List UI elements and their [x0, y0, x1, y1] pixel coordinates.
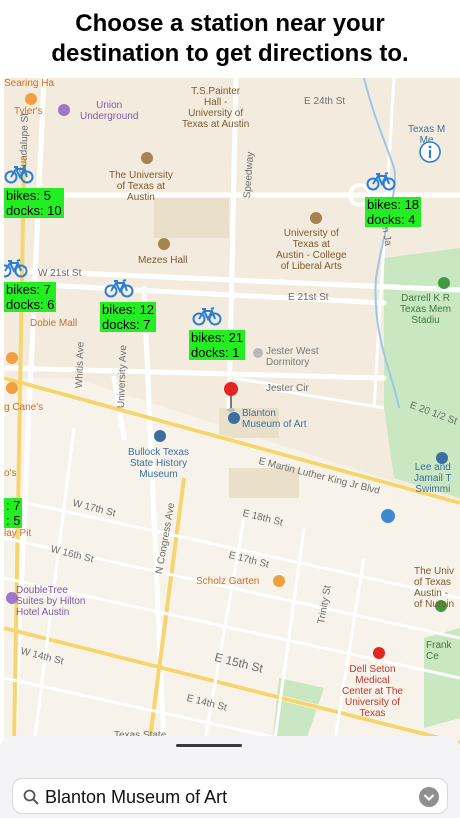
station-bikes: bikes: 21 [191, 330, 244, 345]
station-bikes: bikes: 5 [6, 188, 51, 203]
station-bikes: bikes: 18 [367, 197, 420, 212]
info-icon[interactable] [418, 140, 442, 164]
map-label-jester-west: Jester West Dormitory [266, 346, 319, 368]
map-label-whitis: Whitis Ave [74, 341, 87, 389]
map-label-bullock: Bullock Texas State History Museum [128, 447, 189, 480]
map-label-w21st: W 21st St [38, 268, 82, 279]
map-label-ts-painter: T.S.Painter Hall - University of Texas a… [182, 86, 250, 130]
station-docks: : 5 [6, 513, 21, 528]
station-docks: docks: 1 [191, 345, 240, 360]
sheet-grabber[interactable] [176, 744, 242, 747]
map-label-canes: g Cane's [4, 402, 44, 413]
map-label-ceaning: Searing Ha [4, 78, 55, 89]
station-docks: docks: 10 [6, 203, 62, 218]
map-label-univ-texas: The University of Texas at Austin [109, 170, 173, 203]
map-label-liberal-arts: University of Texas at Austin - College … [276, 228, 347, 272]
bottom-sheet[interactable]: Blanton Museum of Art [0, 736, 460, 818]
instruction-line-1: Choose a station near your [75, 10, 385, 37]
map-label-scholz: Scholz Garten [196, 576, 260, 587]
station-label[interactable]: bikes: 12 docks: 7 [100, 302, 157, 332]
map-label-univ-nursing: The Univ of Texas Austin - of Nursin [414, 566, 455, 610]
station-bikes: : 7 [6, 498, 21, 513]
station-label[interactable]: bikes: 5 docks: 10 [4, 188, 64, 218]
station-bikes: bikes: 12 [102, 302, 155, 317]
station-docks: docks: 4 [367, 212, 416, 227]
bike-icon[interactable] [366, 171, 396, 191]
bike-icon[interactable] [192, 306, 222, 326]
map-label-os: o's [4, 468, 17, 479]
bike-icon[interactable] [104, 278, 134, 298]
search-field[interactable]: Blanton Museum of Art [12, 778, 448, 814]
map-label-dobie: Dobie Mall [30, 318, 78, 329]
bike-icon[interactable] [4, 258, 28, 278]
station-docks: docks: 7 [102, 317, 151, 332]
chevron-down-icon[interactable] [419, 787, 439, 807]
map-label-lee-jamail: Lee and Jamail T Swimmi [414, 462, 452, 495]
search-input[interactable]: Blanton Museum of Art [45, 786, 227, 808]
map-label-doubletree: DoubleTree Suites by Hilton Hotel Austin [16, 585, 86, 618]
map-label-jester-cir: Jester Cir [266, 383, 309, 394]
map-label-darrell: Darrell K R Texas Mem Stadiu [400, 293, 452, 326]
bike-icon[interactable] [4, 164, 34, 184]
search-icon [23, 789, 39, 805]
station-bikes: bikes: 7 [6, 282, 51, 297]
station-label[interactable]: bikes: 18 docks: 4 [365, 197, 422, 227]
station-label[interactable]: bikes: 7 docks: 6 [4, 282, 57, 312]
station-docks: docks: 6 [6, 297, 55, 312]
map-view[interactable]: Searing Ha Tyler's Union Underground T.S… [4, 78, 460, 746]
map-label-mezes: Mezes Hall [138, 255, 188, 266]
map-label-university-ave: University Ave [116, 344, 130, 409]
station-label[interactable]: bikes: 21 docks: 1 [189, 330, 246, 360]
map-label-blanton: Blanton Museum of Art [242, 408, 307, 430]
map-label-frank: Frank Ce [426, 640, 452, 662]
instruction-header: Choose a station near your destination t… [0, 0, 460, 78]
map-label-lay-pit: lay Pit [4, 528, 32, 539]
map-label-union-underground: Union Underground [80, 100, 139, 122]
map-label-e24th: E 24th St [304, 96, 346, 107]
instruction-line-2: destination to get directions to. [51, 40, 409, 67]
map-label-e21st: E 21st St [288, 292, 329, 303]
station-label[interactable]: : 7 : 5 [4, 498, 23, 528]
map-label-dell-seton: Dell Seton Medical Center at The Univers… [342, 664, 403, 719]
